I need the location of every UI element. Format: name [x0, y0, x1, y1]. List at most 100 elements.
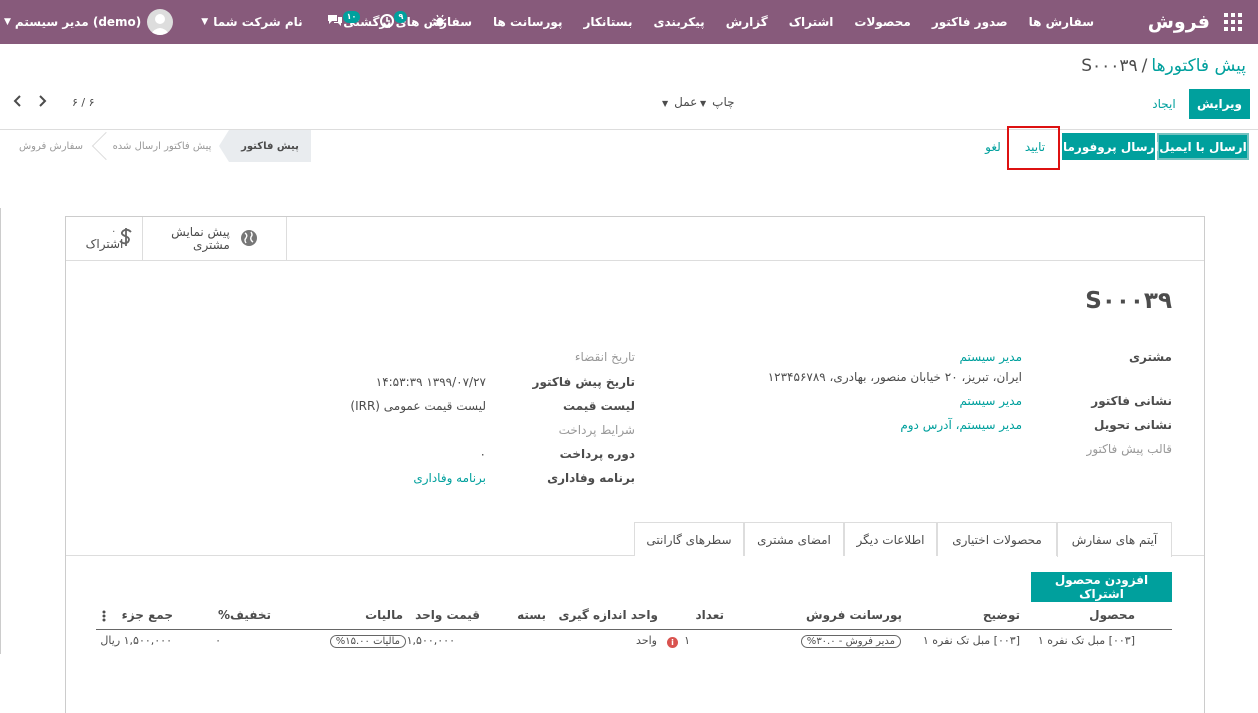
- pricelist-value[interactable]: لیست قیمت عمومی (IRR): [350, 399, 486, 413]
- col-quantity[interactable]: تعداد: [696, 608, 724, 622]
- pager-value[interactable]: ۶ / ۶: [72, 96, 95, 109]
- print-label: چاپ: [712, 95, 735, 109]
- expiration-label: تاریخ انقضاء: [574, 350, 635, 364]
- col-commission[interactable]: پورسانت فروش: [806, 608, 902, 622]
- col-unit-price[interactable]: قیمت واحد: [415, 608, 480, 622]
- user-menu-caret-icon[interactable]: ▼: [4, 17, 11, 27]
- col-discount[interactable]: تخفیف%: [218, 608, 271, 622]
- subscription-button[interactable]: اشتراک ۰: [67, 217, 143, 261]
- menu-subscriptions[interactable]: اشتراک: [789, 15, 834, 29]
- customer-label: مشتری: [1128, 350, 1172, 364]
- print-dropdown[interactable]: ▼ چاپ: [700, 95, 735, 109]
- messages-badge: ۱۰: [342, 11, 361, 23]
- menu-reporting[interactable]: گزارش: [726, 15, 768, 29]
- left-border-line: [0, 208, 1, 654]
- payment-period-label: دوره پرداخت: [559, 447, 635, 461]
- delivery-address-link[interactable]: مدیر سیستم، آدرس دوم: [900, 418, 1022, 432]
- form-sheet: [65, 216, 1205, 713]
- avatar-person-icon: [150, 14, 171, 35]
- tab-other-info[interactable]: اطلاعات دیگر: [844, 522, 937, 556]
- tab-optional-products[interactable]: محصولات اختیاری: [937, 522, 1057, 556]
- menu-commissions[interactable]: پورسانت ها: [493, 15, 562, 29]
- breadcrumb-separator: /: [1141, 56, 1148, 76]
- quotation-date-label: تاریخ پیش فاکتور: [532, 375, 635, 389]
- create-button[interactable]: ایجاد: [1144, 89, 1184, 119]
- stage-sale-order[interactable]: سفارش فروش: [10, 130, 92, 162]
- order-name: S۰۰۰۳۹: [1085, 288, 1172, 314]
- availability-info-icon[interactable]: i: [667, 635, 678, 648]
- col-description[interactable]: توضیح: [983, 608, 1020, 622]
- row-subtotal: ۱,۵۰۰,۰۰۰ ریال: [100, 634, 172, 647]
- row-product[interactable]: [۰۰۳] مبل تک نفره ۱: [1038, 634, 1135, 647]
- pager-next-icon[interactable]: [38, 95, 48, 110]
- company-switcher[interactable]: نام شرکت شما: [213, 15, 302, 29]
- tab-order-lines[interactable]: آیتم های سفارش: [1057, 522, 1172, 557]
- systray: ▼ مدیر سیستم (demo) ▼ نام شرکت شما ۱۰ ۹: [0, 0, 447, 44]
- add-subscription-product-button[interactable]: افزودن محصول اشتراک: [1031, 572, 1172, 602]
- commission-tag: مدیر فروش - ۳۰.۰%: [800, 635, 901, 648]
- tab-customer-signature[interactable]: امضای مشتری: [744, 522, 844, 556]
- invoice-address-link[interactable]: مدیر سیستم: [960, 394, 1023, 408]
- pager-prev-icon[interactable]: [12, 95, 22, 110]
- quotation-template-label: قالب پیش فاکتور: [1086, 442, 1172, 456]
- customer-preview-button[interactable]: پیش نمایش مشتری: [143, 217, 287, 261]
- action-label: عمل: [674, 95, 698, 109]
- cancel-button[interactable]: لغو: [978, 133, 1008, 160]
- row-quantity[interactable]: ۱: [684, 634, 690, 647]
- confirm-highlight-box: [1007, 126, 1060, 170]
- payment-terms-label: شرایط پرداخت: [558, 423, 635, 437]
- payment-period-value[interactable]: ۰: [480, 447, 486, 461]
- print-caret-icon: ▼: [700, 99, 707, 108]
- menu-configuration[interactable]: پیکربندی: [654, 15, 705, 29]
- messages-icon[interactable]: [327, 14, 343, 31]
- row-commission[interactable]: مدیر فروش - ۳۰.۰%: [800, 634, 901, 648]
- top-navbar: فروش سفارش ها صدور فاکتور محصولات اشتراک…: [0, 0, 1258, 44]
- send-email-button[interactable]: ارسال با ایمیل: [1157, 133, 1249, 160]
- optional-columns-icon[interactable]: [102, 610, 106, 625]
- breadcrumb-current: S۰۰۰۳۹: [1081, 56, 1138, 76]
- col-product[interactable]: محصول: [1089, 608, 1135, 622]
- stage-sent[interactable]: پیش فاکتور ارسال شده: [103, 130, 221, 162]
- customer-name-link[interactable]: مدیر سیستم: [960, 350, 1023, 364]
- customer-address: ایران، تبریز، ۲۰ خیابان منصور، بهادری، ۱…: [767, 370, 1022, 384]
- menu-orders[interactable]: سفارش ها: [1029, 15, 1094, 29]
- loyalty-link[interactable]: برنامه وفاداری: [413, 471, 486, 485]
- menu-invoicing[interactable]: صدور فاکتور: [932, 15, 1008, 29]
- debug-bug-icon[interactable]: [433, 14, 447, 31]
- action-dropdown[interactable]: ▼ عمل: [662, 95, 697, 109]
- menu-products[interactable]: محصولات: [854, 15, 910, 29]
- quotation-date-value[interactable]: ۱۳۹۹/۰۷/۲۷ ۱۴:۵۳:۳۹: [376, 375, 486, 389]
- activity-badge: ۹: [394, 11, 408, 23]
- globe-icon: [240, 229, 258, 250]
- col-taxes[interactable]: مالیات: [365, 608, 403, 622]
- edit-button[interactable]: ویرایش: [1189, 89, 1250, 119]
- col-package[interactable]: بسته: [517, 608, 546, 622]
- col-subtotal[interactable]: جمع جزء: [122, 608, 173, 622]
- pricelist-label: لیست قیمت: [563, 399, 635, 413]
- user-avatar[interactable]: [147, 9, 174, 35]
- invoice-address-label: نشانی فاکتور: [1091, 394, 1172, 408]
- subscription-count: ۰: [111, 226, 117, 237]
- row-unit-price[interactable]: ۱,۵۰۰,۰۰۰: [407, 634, 455, 647]
- user-name[interactable]: مدیر سیستم (demo): [15, 15, 141, 29]
- row-description[interactable]: [۰۰۳] مبل تک نفره ۱: [923, 634, 1020, 647]
- action-caret-icon: ▼: [662, 99, 669, 108]
- col-uom[interactable]: واحد اندازه گیری: [558, 608, 658, 622]
- row-discount[interactable]: ۰: [215, 634, 221, 647]
- table-header-line: [96, 629, 1172, 630]
- row-taxes[interactable]: مالیات ۱۵.۰۰%: [329, 634, 406, 648]
- stage-quotation[interactable]: پیش فاکتور: [229, 130, 311, 162]
- apps-menu-icon[interactable]: [1224, 13, 1242, 31]
- loyalty-label: برنامه وفاداری: [547, 471, 635, 485]
- delivery-address-label: نشانی تحویل: [1094, 418, 1172, 432]
- tab-warranty-lines[interactable]: سطرهای گارانتی: [634, 522, 744, 556]
- breadcrumb-quotations-link[interactable]: پیش فاکتورها: [1151, 56, 1246, 76]
- company-caret-icon[interactable]: ▼: [201, 17, 208, 27]
- menu-creditor[interactable]: بستانکار: [583, 15, 632, 29]
- activity-clock-icon[interactable]: [380, 13, 395, 31]
- row-uom[interactable]: واحد: [636, 634, 657, 647]
- preview-label-line2: مشتری: [193, 238, 230, 252]
- send-proforma-button[interactable]: ارسال پروفورما: [1062, 133, 1159, 160]
- subscription-dollar-icon: [117, 227, 135, 250]
- tax-tag: مالیات ۱۵.۰۰%: [329, 635, 406, 648]
